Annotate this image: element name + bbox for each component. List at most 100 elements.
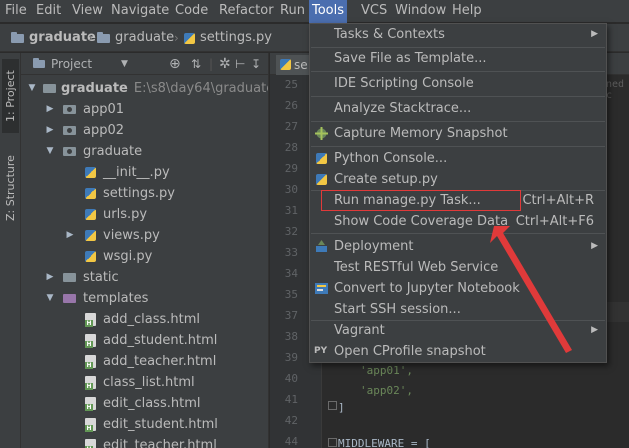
- tree-row-html[interactable]: edit_class.html: [21, 393, 268, 414]
- tab-project[interactable]: 1: Project: [2, 59, 19, 133]
- tree-row-static[interactable]: ▶ static: [21, 267, 268, 288]
- tree-label: views.py: [103, 228, 160, 243]
- menu-navigate[interactable]: Navigate: [108, 0, 172, 23]
- python-file-icon: [85, 167, 96, 178]
- menu-tools[interactable]: Tools: [309, 0, 348, 23]
- tree-label: add_teacher.html: [103, 354, 217, 369]
- html-file-icon: [85, 418, 96, 432]
- settings-dropdown-icon[interactable]: ⊢: [235, 55, 245, 73]
- tree-label: graduate: [83, 144, 143, 159]
- tree-row-html[interactable]: add_teacher.html: [21, 351, 268, 372]
- memory-snapshot-icon: [315, 127, 328, 140]
- tree-row-html[interactable]: class_list.html: [21, 372, 268, 393]
- python-file-icon: [184, 33, 195, 44]
- collapse-all-icon[interactable]: ⇅: [191, 55, 201, 73]
- code-line: 'app01',: [360, 364, 413, 377]
- hide-panel-icon[interactable]: ↧: [251, 55, 261, 73]
- submenu-arrow-icon: ▶: [591, 325, 598, 335]
- tree-row-app01[interactable]: ▶ app01: [21, 99, 268, 120]
- menu-help[interactable]: Help: [449, 0, 485, 23]
- breadcrumb-package[interactable]: graduate: [115, 24, 174, 52]
- collapsed-arrow-icon[interactable]: ▶: [45, 99, 55, 120]
- menu-item-tasks-contexts[interactable]: Tasks & Contexts ▶: [310, 24, 606, 45]
- menu-window[interactable]: Window: [392, 0, 449, 23]
- menu-item-open-cprofile[interactable]: PY Open CProfile snapshot: [310, 341, 606, 362]
- project-view-selector[interactable]: Project: [51, 55, 92, 73]
- menu-item-deployment[interactable]: Deployment ▶: [310, 236, 606, 257]
- menu-separator: [311, 233, 605, 234]
- tree-row-urls[interactable]: urls.py: [21, 204, 268, 225]
- line-number: 28: [284, 141, 298, 154]
- tree-row-views[interactable]: ▶ views.py: [21, 225, 268, 246]
- tree-row-graduate-pkg[interactable]: ▼ graduate: [21, 141, 268, 162]
- menu-item-label: Capture Memory Snapshot: [334, 126, 508, 141]
- tree-row-root[interactable]: ▼ graduate E:\s8\day64\graduate: [21, 78, 268, 99]
- locate-file-icon[interactable]: ⊕: [169, 55, 181, 73]
- menu-separator: [311, 71, 605, 72]
- menu-item-create-setup[interactable]: Create setup.py: [310, 169, 606, 190]
- menu-refactor[interactable]: Refactor: [216, 0, 277, 23]
- folder-icon: [63, 273, 76, 282]
- menu-item-test-restful[interactable]: Test RESTful Web Service: [310, 257, 606, 278]
- chevron-right-icon: ›: [88, 31, 93, 45]
- menu-item-save-template[interactable]: Save File as Template...: [310, 48, 606, 69]
- fold-marker-icon[interactable]: [328, 401, 337, 410]
- menu-item-start-ssh[interactable]: Start SSH session...: [310, 299, 606, 320]
- menu-file[interactable]: File: [2, 0, 30, 23]
- menu-item-convert-jupyter[interactable]: Convert to Jupyter Notebook: [310, 278, 606, 299]
- tree-row-wsgi[interactable]: wsgi.py: [21, 246, 268, 267]
- editor-tab-label: se: [294, 58, 308, 72]
- line-number: 33: [284, 246, 298, 259]
- menu-item-label: Open CProfile snapshot: [334, 344, 486, 359]
- tree-label: graduate: [61, 81, 128, 96]
- tree-label: add_student.html: [103, 333, 218, 348]
- tree-label: static: [83, 270, 119, 285]
- menu-run[interactable]: Run: [277, 0, 308, 23]
- tree-row-html[interactable]: add_student.html: [21, 330, 268, 351]
- tree-row-settings[interactable]: settings.py: [21, 183, 268, 204]
- line-number: 31: [284, 204, 298, 217]
- code-line: ]: [338, 401, 345, 414]
- menu-bar: File Edit View Navigate Code Refactor Ru…: [0, 0, 629, 23]
- menu-vcs[interactable]: VCS: [358, 0, 390, 23]
- menu-item-ide-scripting-console[interactable]: IDE Scripting Console: [310, 73, 606, 94]
- line-number: 30: [284, 183, 298, 196]
- menu-item-label: Deployment: [334, 239, 414, 254]
- breadcrumb-project[interactable]: graduate: [29, 24, 96, 52]
- menu-edit[interactable]: Edit: [33, 0, 64, 23]
- menu-item-python-console[interactable]: Python Console...: [310, 148, 606, 169]
- tree-row-init[interactable]: __init__.py: [21, 162, 268, 183]
- menu-code[interactable]: Code: [172, 0, 211, 23]
- line-number: 38: [284, 330, 298, 343]
- menu-separator: [311, 146, 605, 147]
- tree-row-html[interactable]: add_class.html: [21, 309, 268, 330]
- menu-separator: [311, 121, 605, 122]
- tree-row-html[interactable]: edit_teacher.html: [21, 435, 268, 448]
- tree-row-app02[interactable]: ▶ app02: [21, 120, 268, 141]
- tree-label: app02: [83, 123, 125, 138]
- tree-row-html[interactable]: edit_student.html: [21, 414, 268, 435]
- line-number: 29: [284, 162, 298, 175]
- expanded-arrow-icon[interactable]: ▼: [27, 78, 37, 99]
- menu-item-analyze-stacktrace[interactable]: Analyze Stacktrace...: [310, 98, 606, 119]
- html-file-icon: [85, 397, 96, 411]
- collapsed-arrow-icon[interactable]: ▶: [45, 120, 55, 141]
- menu-view[interactable]: View: [69, 0, 106, 23]
- profile-py-icon: PY: [314, 346, 328, 356]
- menu-item-capture-memory[interactable]: Capture Memory Snapshot: [310, 123, 606, 144]
- gear-icon[interactable]: ✲: [219, 55, 231, 73]
- collapsed-arrow-icon[interactable]: ▶: [45, 267, 55, 288]
- menu-item-label: Vagrant: [334, 323, 385, 338]
- tree-label: urls.py: [103, 207, 148, 222]
- tree-label: app01: [83, 102, 125, 117]
- expanded-arrow-icon[interactable]: ▼: [45, 141, 55, 162]
- fold-marker-icon[interactable]: [328, 438, 337, 447]
- chevron-down-icon[interactable]: ▼: [121, 55, 128, 73]
- tree-row-templates[interactable]: ▼ templates: [21, 288, 268, 309]
- breadcrumb-file[interactable]: settings.py: [200, 24, 272, 52]
- collapsed-arrow-icon[interactable]: ▶: [65, 225, 75, 246]
- menu-item-vagrant[interactable]: Vagrant ▶: [310, 320, 606, 341]
- expanded-arrow-icon[interactable]: ▼: [45, 288, 55, 309]
- tab-structure[interactable]: Z: Structure: [2, 145, 19, 231]
- menu-item-show-coverage[interactable]: Show Code Coverage Data Ctrl+Alt+F6: [310, 211, 606, 232]
